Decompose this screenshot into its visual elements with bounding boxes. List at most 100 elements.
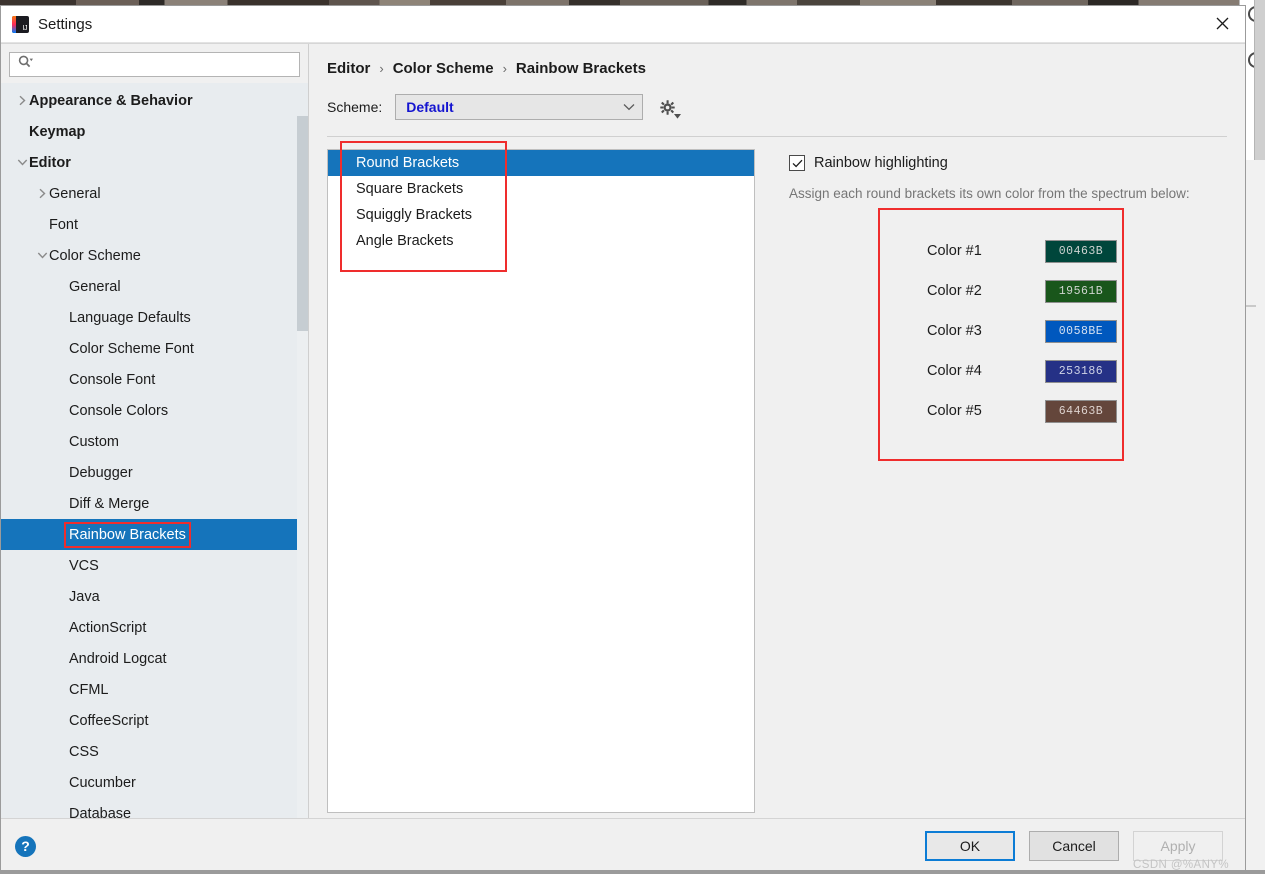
logo-text: IJ bbox=[22, 24, 28, 32]
gear-dropdown-caret-icon bbox=[674, 114, 682, 119]
chevron-right-icon[interactable] bbox=[15, 95, 29, 106]
sidebar-item-appearance-behavior[interactable]: Appearance & Behavior bbox=[1, 85, 308, 116]
sidebar-item-java[interactable]: Java bbox=[1, 581, 308, 612]
title-bar: IJ Settings bbox=[1, 6, 1245, 43]
rainbow-highlighting-checkbox[interactable]: Rainbow highlighting bbox=[789, 155, 1227, 171]
options-pane: Rainbow highlighting Assign each round b… bbox=[755, 149, 1227, 818]
sidebar-item-label: General bbox=[49, 185, 101, 202]
sidebar-item-general[interactable]: General bbox=[1, 271, 308, 302]
gear-icon[interactable] bbox=[656, 96, 682, 119]
checkbox-checked-icon bbox=[789, 155, 805, 171]
sidebar-item-android-logcat[interactable]: Android Logcat bbox=[1, 643, 308, 674]
scheme-selected-value: Default bbox=[406, 99, 454, 115]
content-divider bbox=[327, 136, 1227, 137]
intellij-logo-icon: IJ bbox=[12, 15, 29, 33]
assign-description: Assign each round brackets its own color… bbox=[789, 186, 1190, 201]
colors-highlight-box bbox=[878, 208, 1124, 461]
chevron-down-icon bbox=[616, 103, 642, 111]
bracket-item-label: Angle Brackets bbox=[356, 233, 454, 249]
sidebar-item-font[interactable]: Font bbox=[1, 209, 308, 240]
sidebar-item-console-colors[interactable]: Console Colors bbox=[1, 395, 308, 426]
sidebar-item-label: Diff & Merge bbox=[69, 495, 150, 512]
bracket-item-label: Round Brackets bbox=[356, 155, 460, 171]
sidebar-item-label: Console Colors bbox=[69, 402, 169, 419]
cancel-button[interactable]: Cancel bbox=[1029, 831, 1119, 861]
sidebar-item-language-defaults[interactable]: Language Defaults bbox=[1, 302, 308, 333]
bottom-edge bbox=[0, 870, 1265, 874]
dialog-body: Appearance & Behavior Keymap Editor General… bbox=[1, 43, 1245, 818]
sidebar-scrollbar-thumb[interactable] bbox=[297, 116, 308, 331]
sidebar-item-label: Console Font bbox=[69, 371, 156, 388]
bracket-item-round-brackets[interactable]: Round Brackets bbox=[328, 150, 754, 176]
sidebar-item-actionscript[interactable]: ActionScript bbox=[1, 612, 308, 643]
bracket-type-list[interactable]: Round Brackets Square Brackets Squiggly Br… bbox=[327, 149, 755, 813]
breadcrumb-separator-2: › bbox=[502, 61, 507, 76]
search-icon bbox=[18, 55, 33, 74]
sidebar-item-color-scheme[interactable]: Color Scheme bbox=[1, 240, 308, 271]
breadcrumb: Editor › Color Scheme › Rainbow Brackets bbox=[327, 60, 1227, 77]
sidebar-item-vcs[interactable]: VCS bbox=[1, 550, 308, 581]
settings-dialog: IJ Settings Appearance & Behavior Keymap… bbox=[0, 5, 1246, 874]
search-input[interactable] bbox=[37, 56, 299, 73]
chevron-down-icon[interactable] bbox=[15, 158, 29, 167]
sidebar-item-label: Appearance & Behavior bbox=[29, 92, 193, 109]
sidebar-item-keymap[interactable]: Keymap bbox=[1, 116, 308, 147]
background-scrollbar bbox=[1254, 0, 1265, 160]
sidebar-item-label: CSS bbox=[69, 743, 99, 760]
sidebar-item-coffeescript[interactable]: CoffeeScript bbox=[1, 705, 308, 736]
help-icon[interactable]: ? bbox=[15, 835, 36, 857]
sidebar-item-debugger[interactable]: Debugger bbox=[1, 457, 308, 488]
sidebar-item-css[interactable]: CSS bbox=[1, 736, 308, 767]
bracket-item-label: Square Brackets bbox=[356, 181, 464, 197]
settings-tree-items: Appearance & Behavior Keymap Editor General… bbox=[1, 85, 308, 818]
sidebar-item-label: CoffeeScript bbox=[69, 712, 149, 729]
ok-button[interactable]: OK bbox=[925, 831, 1015, 861]
sidebar-item-rainbow-brackets[interactable]: Rainbow Brackets bbox=[1, 519, 308, 550]
sidebar-scrollbar[interactable] bbox=[297, 116, 308, 818]
bracket-item-squiggly-brackets[interactable]: Squiggly Brackets bbox=[328, 202, 754, 228]
footer-buttons: OK Cancel Apply bbox=[925, 831, 1223, 861]
sidebar-item-label: Color Scheme Font bbox=[69, 340, 194, 357]
dialog-footer: ? OK Cancel Apply CSDN @%ANY% bbox=[1, 818, 1245, 873]
breadcrumb-item-color-scheme[interactable]: Color Scheme bbox=[393, 60, 494, 77]
breadcrumb-separator-1: › bbox=[379, 61, 384, 76]
sidebar-item-label: Keymap bbox=[29, 123, 86, 140]
sidebar-item-label: CFML bbox=[69, 681, 109, 698]
sidebar-item-label: Android Logcat bbox=[69, 650, 167, 667]
sidebar-item-custom[interactable]: Custom bbox=[1, 426, 308, 457]
bracket-item-angle-brackets[interactable]: Angle Brackets bbox=[328, 228, 754, 254]
sidebar-item-label: Color Scheme bbox=[49, 247, 141, 264]
sidebar-item-color-scheme-font[interactable]: Color Scheme Font bbox=[1, 333, 308, 364]
sidebar-item-diff-merge[interactable]: Diff & Merge bbox=[1, 488, 308, 519]
sidebar-item-cucumber[interactable]: Cucumber bbox=[1, 767, 308, 798]
sidebar-item-label: Custom bbox=[69, 433, 119, 450]
sidebar-item-label: Database bbox=[69, 805, 132, 819]
settings-tree[interactable]: Appearance & Behavior Keymap Editor General… bbox=[1, 83, 308, 818]
sidebar-item-console-font[interactable]: Console Font bbox=[1, 364, 308, 395]
rainbow-highlighting-label: Rainbow highlighting bbox=[814, 155, 948, 171]
close-icon[interactable] bbox=[1199, 6, 1245, 41]
sidebar-item-label: Rainbow Brackets bbox=[64, 521, 191, 548]
window-title: Settings bbox=[38, 15, 93, 33]
sidebar-item-label: VCS bbox=[69, 557, 99, 574]
bracket-item-label: Squiggly Brackets bbox=[356, 207, 473, 223]
chevron-right-icon[interactable] bbox=[35, 188, 49, 199]
sidebar-item-editor[interactable]: Editor bbox=[1, 147, 308, 178]
breadcrumb-item-editor[interactable]: Editor bbox=[327, 60, 370, 77]
bracket-item-square-brackets[interactable]: Square Brackets bbox=[328, 176, 754, 202]
bracket-panel-wrap: Round Brackets Square Brackets Squiggly Br… bbox=[327, 141, 755, 818]
sidebar-item-general[interactable]: General bbox=[1, 178, 308, 209]
scheme-select[interactable]: Default bbox=[395, 94, 644, 120]
sidebar-item-label: Debugger bbox=[69, 464, 133, 481]
scheme-label: Scheme: bbox=[327, 99, 383, 115]
settings-sidebar: Appearance & Behavior Keymap Editor General… bbox=[1, 44, 309, 818]
sidebar-item-database[interactable]: Database bbox=[1, 798, 308, 819]
scheme-row: Scheme: Default bbox=[327, 94, 1227, 120]
search-box[interactable] bbox=[9, 52, 300, 77]
sidebar-item-label: General bbox=[69, 278, 121, 295]
settings-content: Editor › Color Scheme › Rainbow Brackets… bbox=[309, 44, 1245, 818]
sidebar-item-label: ActionScript bbox=[69, 619, 147, 636]
sidebar-item-cfml[interactable]: CFML bbox=[1, 674, 308, 705]
content-split: Round Brackets Square Brackets Squiggly Br… bbox=[327, 141, 1227, 818]
chevron-down-icon[interactable] bbox=[35, 251, 49, 260]
